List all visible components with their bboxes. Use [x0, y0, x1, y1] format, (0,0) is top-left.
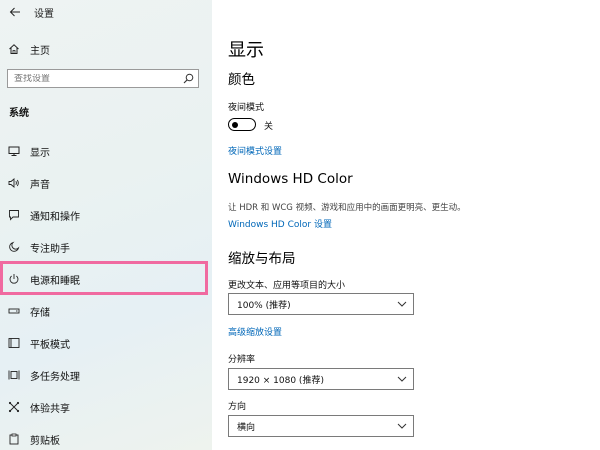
monitor-icon	[7, 144, 21, 158]
sidebar-item-multitasking[interactable]: 多任务处理	[0, 363, 212, 387]
home-icon	[7, 42, 21, 56]
orientation-dropdown[interactable]: 横向	[228, 415, 414, 437]
sidebar-item-label: 体验共享	[30, 403, 70, 415]
search-input[interactable]	[14, 73, 174, 84]
scale-dropdown[interactable]: 100% (推荐)	[228, 293, 414, 315]
sidebar-item-shared-experiences[interactable]: 体验共享	[0, 395, 212, 419]
scale-value: 100% (推荐)	[237, 300, 291, 311]
sidebar-item-label: 专注助手	[30, 243, 70, 255]
sidebar-item-notifications[interactable]: 通知和操作	[0, 203, 212, 227]
resolution-dropdown[interactable]: 1920 × 1080 (推荐)	[228, 368, 414, 390]
sidebar-item-label: 剪贴板	[30, 435, 60, 447]
night-mode-label: 夜间模式	[228, 103, 265, 113]
advanced-scaling-link[interactable]: 高级缩放设置	[228, 325, 282, 338]
page-title: 显示	[228, 40, 264, 61]
night-mode-toggle[interactable]	[228, 118, 256, 131]
window-title: 设置	[34, 8, 54, 20]
scale-layout-heading: 缩放与布局	[228, 251, 296, 267]
orientation-label: 方向	[228, 402, 247, 412]
clipboard-icon	[7, 432, 21, 446]
chevron-down-icon	[397, 301, 407, 307]
orientation-value: 横向	[237, 422, 256, 433]
moon-icon	[7, 240, 21, 254]
sidebar-item-label: 多任务处理	[30, 371, 80, 383]
highlight-frame	[0, 261, 208, 295]
main-content: 显示 颜色 夜间模式 关 夜间模式设置 Windows HD Color 让 H…	[212, 0, 600, 450]
sidebar-item-label: 存储	[30, 307, 50, 319]
resolution-label: 分辨率	[228, 355, 256, 365]
sidebar-item-tablet-mode[interactable]: 平板模式	[0, 331, 212, 355]
back-button[interactable]	[0, 0, 30, 24]
toggle-knob	[232, 121, 238, 128]
chevron-down-icon	[397, 423, 407, 429]
night-mode-settings-link[interactable]: 夜间模式设置	[228, 144, 282, 157]
hd-color-settings-link[interactable]: Windows HD Color 设置	[228, 217, 332, 230]
storage-icon	[7, 304, 21, 318]
sidebar: 设置 主页 系统 显示	[0, 0, 212, 450]
back-arrow-icon	[9, 7, 20, 17]
resolution-value: 1920 × 1080 (推荐)	[237, 375, 324, 386]
sidebar-item-label: 通知和操作	[30, 211, 80, 223]
sidebar-item-label: 显示	[30, 147, 50, 159]
sidebar-item-display[interactable]: 显示	[0, 139, 212, 163]
share-icon	[7, 400, 21, 414]
notification-icon	[7, 208, 21, 222]
chevron-down-icon	[397, 376, 407, 382]
color-heading: 颜色	[228, 72, 255, 88]
sidebar-item-storage[interactable]: 存储	[0, 299, 212, 323]
hd-color-heading: Windows HD Color	[228, 171, 353, 187]
sidebar-item-sound[interactable]: 声音	[0, 171, 212, 195]
section-label-system: 系统	[9, 108, 29, 119]
tablet-icon	[7, 336, 21, 350]
toggle-state-label: 关	[264, 122, 274, 132]
sidebar-item-clipboard[interactable]: 剪贴板	[0, 427, 212, 450]
hd-color-description: 让 HDR 和 WCG 视频、游戏和应用中的画面更明亮、更生动。	[228, 203, 466, 213]
sidebar-item-focus-assist[interactable]: 专注助手	[0, 235, 212, 259]
search-box[interactable]	[7, 69, 199, 88]
speaker-icon	[7, 176, 21, 190]
sidebar-item-label: 平板模式	[30, 339, 70, 351]
title-bar: 设置	[0, 0, 212, 24]
home-nav-item[interactable]: 主页	[0, 38, 212, 60]
scale-label: 更改文本、应用等项目的大小	[228, 281, 346, 291]
sidebar-item-label: 声音	[30, 179, 50, 191]
home-label: 主页	[30, 45, 50, 57]
multitask-icon	[7, 368, 21, 382]
search-icon	[183, 73, 194, 84]
